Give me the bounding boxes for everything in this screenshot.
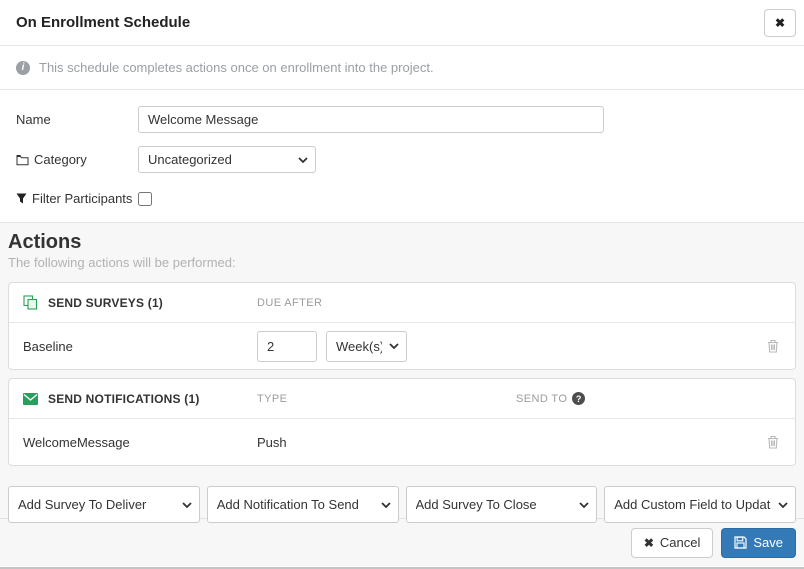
category-row: Category Uncategorized [16, 146, 788, 173]
name-input[interactable] [138, 106, 604, 133]
notification-name: WelcomeMessage [23, 434, 130, 450]
close-button[interactable]: ✖ [764, 9, 796, 37]
add-custom-field-to-update-select[interactable]: Add Custom Field to Update [604, 486, 796, 523]
survey-name: Baseline [23, 338, 73, 354]
send-notifications-title: SEND NOTIFICATIONS (1) [48, 391, 200, 406]
modal-title: On Enrollment Schedule [16, 14, 191, 31]
copy-icon [23, 295, 38, 310]
due-after-value-input[interactable] [257, 330, 317, 362]
filter-label: Filter Participants [16, 191, 138, 206]
type-column-header: TYPE [257, 392, 288, 405]
add-survey-to-deliver-select[interactable]: Add Survey To Deliver [8, 486, 200, 523]
trash-icon [767, 339, 779, 353]
save-disk-icon [734, 536, 747, 549]
due-after-unit-wrap: Week(s) [326, 330, 407, 362]
actions-subheading: The following actions will be performed: [8, 255, 236, 270]
survey-row: Baseline Week(s) [9, 323, 795, 369]
add-custom-field-wrap: Add Custom Field to Update [604, 486, 796, 523]
filter-row: Filter Participants [16, 191, 788, 206]
name-row: Name [16, 106, 788, 133]
info-icon: i [16, 60, 30, 75]
send-surveys-header: SEND SURVEYS (1) DUE AFTER [9, 283, 795, 323]
info-text: This schedule completes actions once on … [39, 60, 434, 75]
actions-heading: Actions [8, 231, 82, 253]
trash-icon [767, 435, 779, 449]
add-survey-close-wrap: Add Survey To Close [405, 486, 598, 523]
send-to-column-header: SEND TO [516, 392, 568, 405]
add-survey-deliver-wrap: Add Survey To Deliver [8, 486, 200, 523]
send-surveys-panel: SEND SURVEYS (1) DUE AFTER Baseline Week… [8, 282, 796, 370]
modal-footer: ✖ Cancel Save [0, 518, 804, 566]
actions-section: Actions The following actions will be pe… [0, 222, 804, 523]
save-button[interactable]: Save [721, 527, 796, 558]
notification-type: Push [257, 434, 287, 450]
modal-header: On Enrollment Schedule ✖ [0, 0, 804, 46]
add-survey-to-close-select[interactable]: Add Survey To Close [405, 486, 598, 523]
send-notifications-header: SEND NOTIFICATIONS (1) TYPE SEND TO ? [9, 379, 795, 419]
schedule-form: Name Category Uncategorized Filter Parti… [0, 90, 804, 222]
folder-icon [16, 154, 29, 166]
name-label: Name [16, 112, 51, 127]
info-banner: i This schedule completes actions once o… [0, 46, 804, 90]
cancel-x-icon: ✖ [643, 535, 654, 550]
add-notification-send-wrap: Add Notification To Send [206, 486, 399, 523]
help-icon[interactable]: ? [572, 392, 586, 405]
category-select[interactable]: Uncategorized [138, 146, 316, 173]
filter-participants-checkbox[interactable] [138, 191, 152, 206]
delete-survey-button[interactable] [767, 339, 779, 353]
send-surveys-title: SEND SURVEYS (1) [48, 295, 164, 310]
due-after-column-header: DUE AFTER [257, 296, 323, 309]
due-after-unit-select[interactable]: Week(s) [326, 330, 407, 362]
add-notification-to-send-select[interactable]: Add Notification To Send [206, 486, 399, 523]
category-label: Category [16, 152, 138, 167]
close-icon: ✖ [774, 16, 786, 30]
notification-row: WelcomeMessage Push [9, 419, 795, 465]
filter-icon [16, 193, 27, 204]
category-select-wrap: Uncategorized [138, 146, 316, 173]
envelope-icon [23, 392, 38, 405]
cancel-button[interactable]: ✖ Cancel [630, 527, 714, 558]
delete-notification-button[interactable] [767, 435, 779, 449]
send-notifications-panel: SEND NOTIFICATIONS (1) TYPE SEND TO ? We… [8, 378, 796, 466]
